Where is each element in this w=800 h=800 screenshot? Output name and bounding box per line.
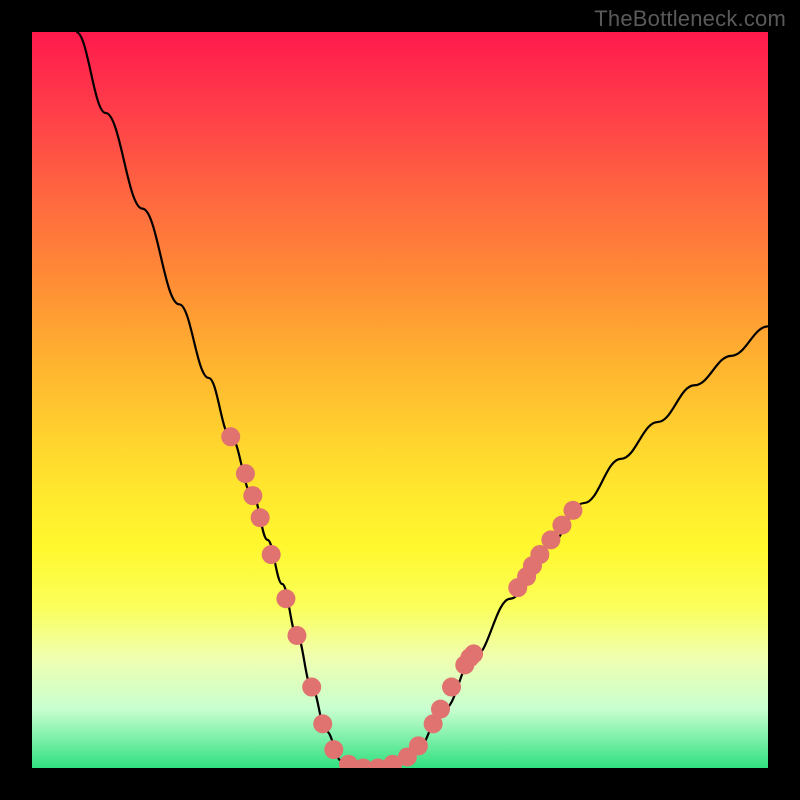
dots-group [221, 427, 582, 768]
data-dot [262, 545, 281, 564]
data-dot [243, 486, 262, 505]
bottleneck-curve [76, 32, 768, 768]
data-dot [409, 736, 428, 755]
data-dot [563, 501, 582, 520]
data-dot [464, 644, 483, 663]
data-dot [276, 589, 295, 608]
data-dot [302, 678, 321, 697]
data-dot [324, 740, 343, 759]
data-dot [251, 508, 270, 527]
data-dot [442, 678, 461, 697]
data-dot [313, 714, 332, 733]
curve-group [76, 32, 768, 768]
data-dot [236, 464, 255, 483]
chart-frame: TheBottleneck.com [0, 0, 800, 800]
data-dot [221, 427, 240, 446]
watermark-text: TheBottleneck.com [594, 6, 786, 32]
chart-overlay [32, 32, 768, 768]
data-dot [431, 700, 450, 719]
data-dot [287, 626, 306, 645]
